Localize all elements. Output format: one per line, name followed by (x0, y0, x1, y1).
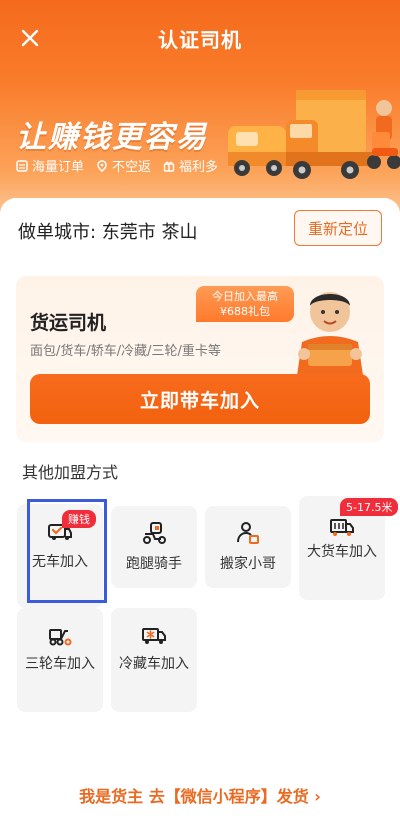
earn-money-tag: 赚钱 (62, 510, 96, 528)
shipper-mini-program-link[interactable]: 我是货主 去【微信小程序】发货 › (0, 783, 400, 807)
page-title: 认证司机 (158, 28, 242, 52)
relocate-button[interactable]: 重新定位 (294, 210, 382, 246)
refrigerated-truck-icon (142, 628, 166, 644)
truck-length-tag: 5-17.5米 (340, 498, 399, 516)
perk-label: 海量订单 (32, 160, 85, 175)
list-icon (16, 159, 28, 172)
tile-label: 无车加入 (32, 554, 88, 570)
driver-card-title: 货运司机 (30, 312, 107, 334)
option-errand-rider[interactable]: 跑腿骑手 (111, 506, 197, 588)
perk-label: 福利多 (179, 160, 219, 175)
other-options-title: 其他加盟方式 (22, 463, 119, 482)
big-truck-icon (330, 519, 354, 536)
scooter-icon (143, 522, 166, 544)
tile-label: 跑腿骑手 (126, 556, 182, 572)
option-mover[interactable]: 搬家小哥 (205, 506, 291, 588)
tile-label: 搬家小哥 (220, 556, 276, 572)
perk-no-empty-return: 不空返 (96, 156, 151, 175)
banner-perks: 海量订单 不空返 福利多 (16, 156, 218, 175)
location-pin-icon (97, 159, 107, 172)
promo-bubble: 今日加入最高 ¥688礼包 (196, 286, 294, 322)
promo-bubble-line1: 今日加入最高 (212, 290, 278, 303)
promo-bubble-line2: ¥688礼包 (220, 305, 270, 318)
tile-label: 三轮车加入 (25, 656, 95, 672)
banner-slogan: 让赚钱更容易 (16, 120, 208, 155)
perk-orders: 海量订单 (16, 156, 84, 175)
tile-label: 大货车加入 (307, 544, 377, 560)
tricycle-icon (49, 629, 72, 646)
perk-benefits: 福利多 (163, 156, 218, 175)
join-with-vehicle-button[interactable]: 立即带车加入 (30, 374, 370, 424)
city-label: 做单城市: 东莞市 茶山 (18, 222, 198, 243)
trucks-illustration (228, 90, 400, 179)
option-refrigerated-truck[interactable]: 冷藏车加入 (111, 608, 197, 712)
gift-icon (163, 161, 175, 172)
driver-card-subtitle: 面包/货车/轿车/冷藏/三轮/重卡等 (30, 344, 221, 359)
person-box-icon (237, 522, 259, 544)
top-bar: 认证司机 (0, 0, 400, 76)
tile-label: 冷藏车加入 (119, 656, 189, 672)
perk-label: 不空返 (112, 160, 152, 175)
freight-driver-card: 货运司机 面包/货车/轿车/冷藏/三轮/重卡等 今日加入最高 ¥688礼包 立即… (16, 276, 384, 442)
option-tricycle[interactable]: 三轮车加入 (17, 608, 103, 712)
